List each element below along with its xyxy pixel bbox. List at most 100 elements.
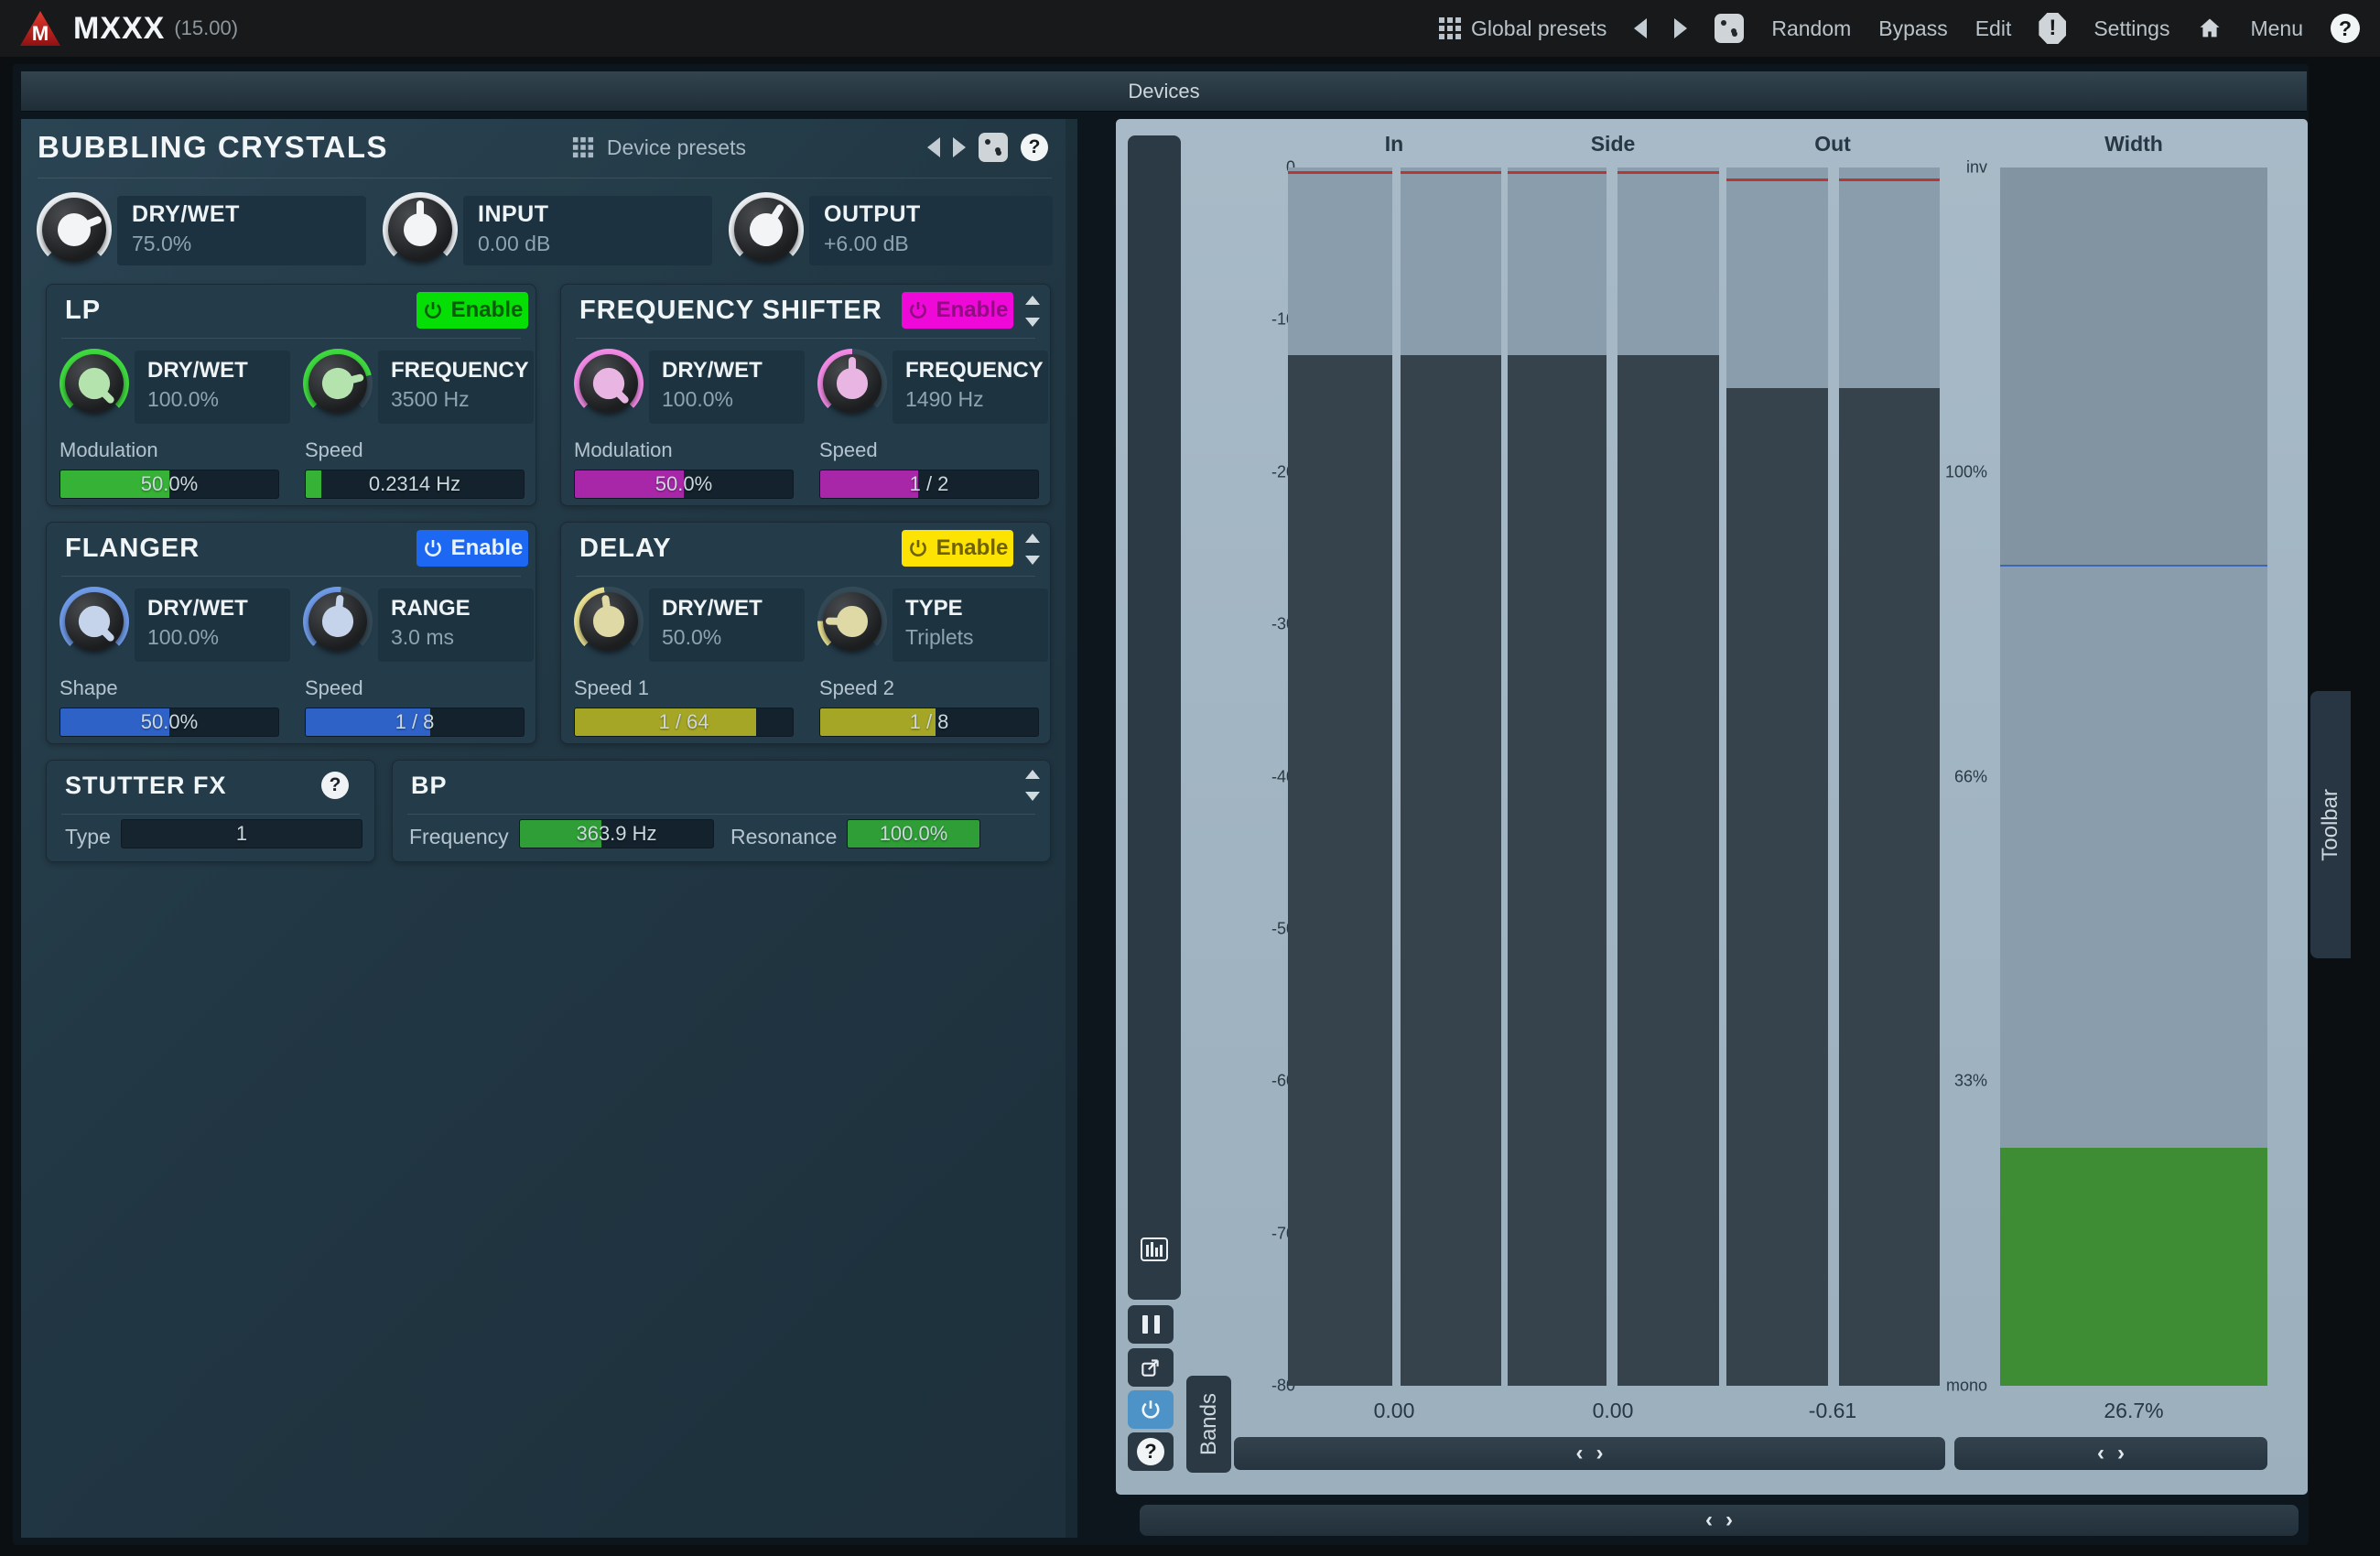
meter-value-width: 26.7% (2104, 1399, 2163, 1423)
peak-line (1288, 171, 1392, 174)
warning-icon[interactable]: ! (2039, 13, 2066, 44)
flanger-dry-wet-knob[interactable] (60, 587, 129, 656)
meter-side-right (1617, 167, 1719, 1386)
device-help-icon[interactable]: ? (1021, 134, 1048, 161)
analyzer-power-button[interactable] (1128, 1390, 1174, 1429)
lp-enable-button[interactable]: Enable (416, 292, 528, 329)
flanger-enable-button[interactable]: Enable (416, 530, 528, 567)
lp-modulation-slider[interactable]: 50.0% (60, 470, 279, 499)
meter-out-right (1839, 167, 1940, 1386)
lp-frequency-knob[interactable] (303, 349, 373, 418)
fs-speed-slider[interactable]: 1 / 2 (819, 470, 1039, 499)
section-frequency-shifter: FREQUENCY SHIFTER Enable DRY/WET100.0% F… (560, 284, 1051, 506)
param-label: Speed (305, 676, 525, 700)
global-presets-button[interactable]: Global presets (1438, 16, 1606, 41)
delay-speed1-slider[interactable]: 1 / 64 (574, 708, 794, 737)
device-title: BUBBLING CRYSTALS (38, 130, 388, 165)
reorder-chevrons-icon[interactable] (1022, 296, 1043, 327)
param-label: Speed 1 (574, 676, 794, 700)
app-version: (15.00) (174, 16, 238, 40)
section-bp: BP Frequency 363.9 Hz Resonance 100.0% (392, 760, 1051, 862)
meter-zoom-strip[interactable] (1128, 135, 1181, 1300)
settings-button[interactable]: Settings (2093, 16, 2169, 41)
delay-type-knob[interactable] (817, 587, 887, 656)
delay-speed2-slider[interactable]: 1 / 8 (819, 708, 1039, 737)
delay-dry-wet-knob[interactable] (574, 587, 644, 656)
home-icon[interactable] (2197, 16, 2223, 41)
reorder-chevrons-icon[interactable] (1022, 534, 1043, 565)
section-stutter-fx: STUTTER FX ? Type 1 (46, 760, 375, 862)
device-prev-preset-icon[interactable] (927, 137, 940, 157)
bp-frequency-slider[interactable]: 363.9 Hz (519, 819, 714, 848)
scroll-right-icon[interactable]: › (1596, 1441, 1604, 1466)
scroll-left-icon[interactable]: ‹ (1576, 1441, 1584, 1466)
power-icon (907, 537, 929, 559)
bp-resonance-slider[interactable]: 100.0% (847, 819, 980, 848)
width-scrollbar[interactable]: ‹ › (1954, 1437, 2267, 1470)
next-preset-icon[interactable] (1674, 18, 1687, 38)
peak-line (1617, 171, 1719, 174)
delay-enable-button[interactable]: Enable (902, 530, 1013, 567)
flanger-shape-slider[interactable]: 50.0% (60, 708, 279, 737)
section-title: LP (65, 296, 101, 326)
lp-dry-wet-knob[interactable] (60, 349, 129, 418)
param-label: Speed (305, 438, 525, 462)
flanger-speed-slider[interactable]: 1 / 8 (305, 708, 525, 737)
tab-toolbar[interactable]: Toolbar (2310, 691, 2351, 958)
melda-logo-icon: M (20, 11, 60, 46)
flanger-range-knob[interactable] (303, 587, 373, 656)
edit-button[interactable]: Edit (1975, 16, 2012, 41)
meter-value-side: 0.00 (1593, 1399, 1634, 1423)
power-icon (1139, 1398, 1163, 1421)
fs-frequency-knob[interactable] (817, 349, 887, 418)
peak-line (1508, 171, 1606, 174)
meter-value-out: -0.61 (1809, 1399, 1856, 1423)
output-gain-knob[interactable] (729, 192, 804, 267)
random-button[interactable]: Random (1771, 16, 1851, 41)
scroll-left-icon[interactable]: ‹ (2097, 1441, 2104, 1466)
randomize-dice-icon[interactable] (1715, 14, 1744, 43)
param-label: Speed 2 (819, 676, 1039, 700)
lp-speed-slider[interactable]: 0.2314 Hz (305, 470, 525, 499)
scroll-right-icon[interactable]: › (1726, 1507, 1733, 1533)
popout-icon (1139, 1356, 1163, 1379)
main-dry-wet-knob[interactable] (37, 192, 112, 267)
meter-header-side: Side (1591, 132, 1636, 157)
section-flanger: FLANGER Enable DRY/WET100.0% RANGE3.0 ms… (46, 522, 536, 744)
device-next-preset-icon[interactable] (953, 137, 966, 157)
device-panel: BUBBLING CRYSTALS Device presets ? DRY/W… (21, 119, 1077, 1538)
meter-header-width: Width (2104, 132, 2163, 157)
fs-modulation-slider[interactable]: 50.0% (574, 470, 794, 499)
bypass-button[interactable]: Bypass (1878, 16, 1947, 41)
pause-button[interactable] (1128, 1305, 1174, 1344)
input-gain-knob[interactable] (383, 192, 458, 267)
tab-bands[interactable]: Bands (1186, 1376, 1231, 1473)
meter-out-left (1726, 167, 1828, 1386)
help-icon[interactable]: ? (2331, 14, 2360, 43)
meters-scrollbar[interactable]: ‹ › (1234, 1437, 1945, 1470)
fs-dry-wet-knob[interactable] (574, 349, 644, 418)
power-icon (422, 299, 444, 321)
scroll-right-icon[interactable]: › (2117, 1441, 2125, 1466)
analyzer-help-button[interactable]: ? (1128, 1432, 1174, 1471)
main-dry-wet-readout: DRY/WET 75.0% (117, 196, 366, 265)
meter-width (2000, 167, 2267, 1386)
tab-devices[interactable]: Devices (21, 71, 2307, 112)
panel-scrollbar[interactable]: ‹ › (1140, 1505, 2299, 1536)
stutter-help-icon[interactable]: ? (321, 772, 349, 799)
power-icon (422, 537, 444, 559)
width-peak-line (2000, 565, 2267, 567)
menu-button[interactable]: Menu (2250, 16, 2303, 41)
device-presets-button[interactable]: Device presets (607, 135, 746, 160)
popout-button[interactable] (1128, 1348, 1174, 1387)
device-randomize-dice-icon[interactable] (979, 133, 1008, 162)
reorder-chevrons-icon[interactable] (1022, 770, 1043, 801)
previous-preset-icon[interactable] (1634, 18, 1647, 38)
frequency-shifter-enable-button[interactable]: Enable (902, 292, 1013, 329)
device-panel-scrollbar[interactable] (1066, 119, 1077, 1538)
width-scale: inv 100% 66% 33% mono (1931, 167, 1993, 1386)
peak-line (1839, 178, 1940, 181)
stutter-type-field[interactable]: 1 (121, 819, 362, 848)
stutter-type-label: Type (65, 825, 111, 849)
scroll-left-icon[interactable]: ‹ (1705, 1507, 1713, 1533)
